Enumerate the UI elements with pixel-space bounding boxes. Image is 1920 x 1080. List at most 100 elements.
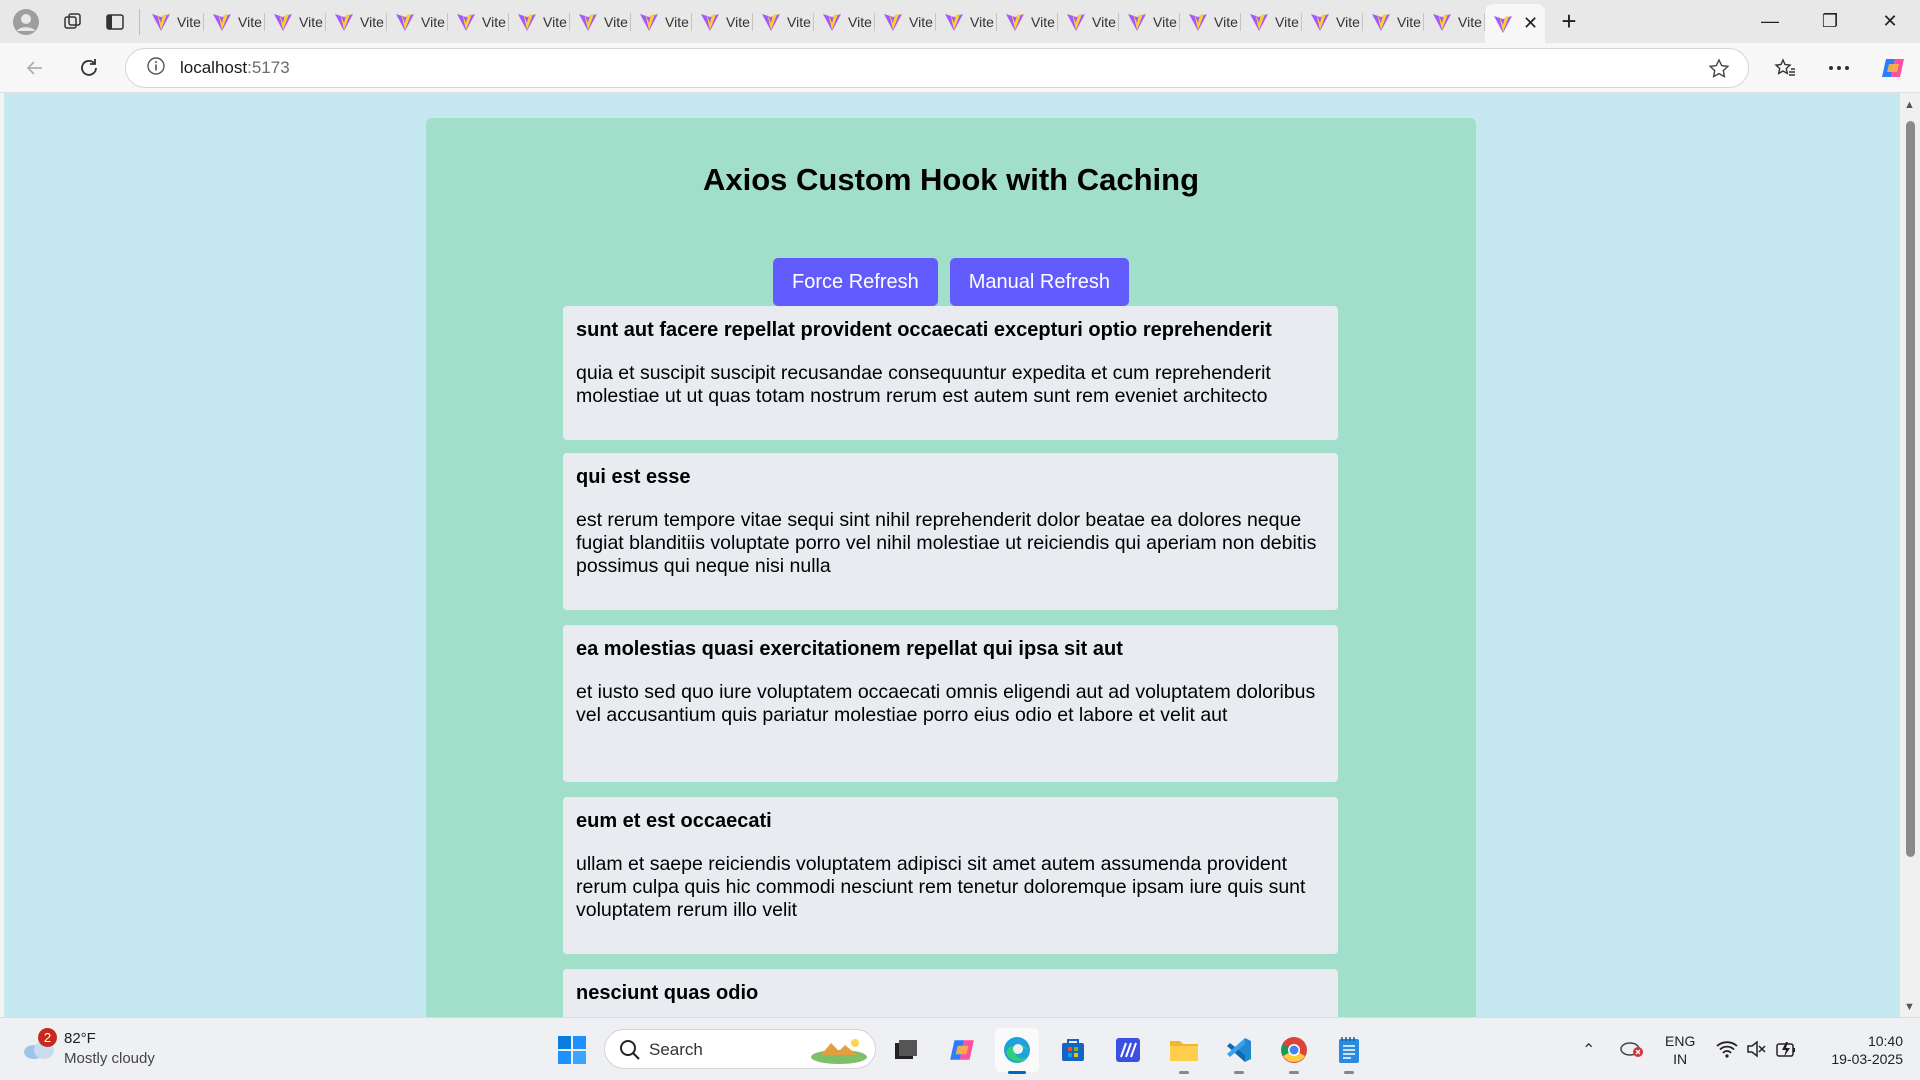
browser-tab[interactable]: Vite: [387, 0, 448, 43]
browser-tab[interactable]: Vite: [265, 0, 326, 43]
favorite-star-icon[interactable]: [1708, 58, 1730, 85]
browser-tab[interactable]: Vite: [326, 0, 387, 43]
vite-favicon-icon: [579, 12, 597, 31]
vertical-tabs-icon[interactable]: [94, 0, 136, 43]
copilot-icon[interactable]: [1876, 51, 1910, 85]
task-view-icon[interactable]: [884, 1028, 928, 1072]
browser-tab[interactable]: Vite: [875, 0, 936, 43]
tab-title: Vite: [482, 13, 506, 30]
close-window-icon[interactable]: ✕: [1860, 0, 1920, 43]
browser-tab[interactable]: Vite: [1058, 0, 1119, 43]
show-hidden-icons[interactable]: ⌃: [1582, 1040, 1595, 1060]
browser-tab[interactable]: Vite: [509, 0, 570, 43]
profile-icon[interactable]: [0, 0, 52, 43]
browser-tab[interactable]: Vite: [204, 0, 265, 43]
post-card: ea molestias quasi exercitationem repell…: [563, 625, 1338, 782]
tab-active[interactable]: ✕: [1485, 4, 1545, 43]
vite-favicon-icon: [335, 12, 353, 31]
browser-tab[interactable]: Vite: [448, 0, 509, 43]
search-highlight-icon: [811, 1039, 867, 1064]
vscode-app-icon[interactable]: [1217, 1028, 1261, 1074]
tab-strip: Vite Vite Vite Vite Vite Vite Vite Vite Vite Vite…: [143, 0, 1485, 43]
browser-tab[interactable]: Vite: [1241, 0, 1302, 43]
scroll-down-icon[interactable]: ▼: [1904, 1001, 1915, 1013]
refresh-icon[interactable]: [72, 51, 106, 85]
post-card: nesciunt quas odio: [563, 969, 1338, 1017]
back-icon[interactable]: [18, 51, 52, 85]
volume-muted-icon[interactable]: [1746, 1040, 1766, 1063]
system-clock[interactable]: 10:40 19-03-2025: [1818, 1032, 1903, 1068]
force-refresh-button[interactable]: Force Refresh: [773, 258, 938, 306]
start-button[interactable]: [550, 1028, 594, 1072]
file-explorer-icon[interactable]: [1162, 1028, 1206, 1074]
edge-app-icon[interactable]: [995, 1028, 1039, 1074]
new-tab-button[interactable]: +: [1545, 0, 1593, 43]
browser-tab[interactable]: Vite: [814, 0, 875, 43]
tab-title: Vite: [665, 13, 689, 30]
close-tab-icon[interactable]: ✕: [1523, 13, 1538, 34]
store-app-icon[interactable]: [1051, 1028, 1095, 1072]
browser-tab[interactable]: Vite: [143, 0, 204, 43]
post-body: ullam et saepe reiciendis voluptatem adi…: [576, 853, 1306, 921]
minimize-icon[interactable]: —: [1740, 0, 1800, 43]
restore-icon[interactable]: ❐: [1800, 0, 1860, 43]
url-host: localhost: [180, 58, 248, 77]
weather-temperature: 82°F: [64, 1030, 96, 1047]
tab-title: Vite: [1031, 13, 1055, 30]
tab-title: Vite: [1336, 13, 1360, 30]
browser-tab[interactable]: Vite: [753, 0, 814, 43]
browser-tab[interactable]: Vite: [631, 0, 692, 43]
tab-title: Vite: [787, 13, 811, 30]
tab-title: Vite: [1092, 13, 1116, 30]
tab-title: Vite: [909, 13, 933, 30]
browser-tab[interactable]: Vite: [692, 0, 753, 43]
tab-title: Vite: [1458, 13, 1482, 30]
page-viewport: Axios Custom Hook with Caching Force Ref…: [4, 93, 1900, 1017]
browser-tab[interactable]: Vite: [1302, 0, 1363, 43]
more-options-icon[interactable]: [1822, 51, 1856, 85]
search-icon: [620, 1040, 640, 1060]
tab-title: Vite: [604, 13, 628, 30]
clock-time: 10:40: [1867, 1033, 1903, 1049]
scroll-up-icon[interactable]: ▲: [1904, 99, 1915, 111]
browser-tab[interactable]: Vite: [1363, 0, 1424, 43]
tab-title: Vite: [1214, 13, 1238, 30]
browser-tab[interactable]: Vite: [570, 0, 631, 43]
browser-tab[interactable]: Vite: [1180, 0, 1241, 43]
site-info-icon[interactable]: [146, 56, 166, 81]
scrollbar-thumb[interactable]: [1906, 121, 1915, 857]
active-indicator: [1008, 1071, 1026, 1074]
onedrive-status-icon[interactable]: [1620, 1038, 1644, 1063]
tab-title: Vite: [421, 13, 445, 30]
workspaces-icon[interactable]: [52, 0, 94, 43]
running-indicator: [1344, 1071, 1354, 1074]
vite-favicon-icon: [274, 12, 292, 31]
browser-tab[interactable]: Vite: [997, 0, 1058, 43]
copilot-app-icon[interactable]: [940, 1028, 984, 1072]
browser-tab[interactable]: Vite: [1119, 0, 1180, 43]
search-label: Search: [649, 1040, 703, 1059]
favorites-icon[interactable]: [1768, 51, 1802, 85]
language-indicator[interactable]: ENG IN: [1665, 1032, 1695, 1068]
math-app-icon[interactable]: [1106, 1028, 1150, 1072]
vite-favicon-icon: [701, 12, 719, 31]
browser-tab[interactable]: Vite: [936, 0, 997, 43]
notepad-app-icon[interactable]: [1327, 1028, 1371, 1074]
windows-taskbar: 2 82°F Mostly cloudy Search ⌃ ENG IN 10:…: [0, 1017, 1920, 1080]
weather-widget[interactable]: 2 82°F Mostly cloudy: [20, 1028, 190, 1072]
post-card: sunt aut facere repellat provident occae…: [563, 306, 1338, 440]
running-indicator: [1289, 1071, 1299, 1074]
wifi-icon[interactable]: [1716, 1040, 1738, 1063]
chrome-app-icon[interactable]: [1272, 1028, 1316, 1074]
post-title: eum et est occaecati: [576, 810, 772, 832]
vertical-scrollbar[interactable]: ▲ ▼: [1900, 93, 1920, 1017]
running-indicator: [1179, 1071, 1189, 1074]
manual-refresh-button[interactable]: Manual Refresh: [949, 258, 1129, 306]
vite-favicon-icon: [1494, 14, 1512, 33]
url-field[interactable]: localhost:5173: [125, 48, 1749, 88]
taskbar-search[interactable]: Search: [604, 1029, 876, 1069]
browser-tab[interactable]: Vite: [1424, 0, 1485, 43]
battery-icon[interactable]: [1775, 1039, 1797, 1064]
vite-favicon-icon: [823, 12, 841, 31]
vite-favicon-icon: [1189, 12, 1207, 31]
